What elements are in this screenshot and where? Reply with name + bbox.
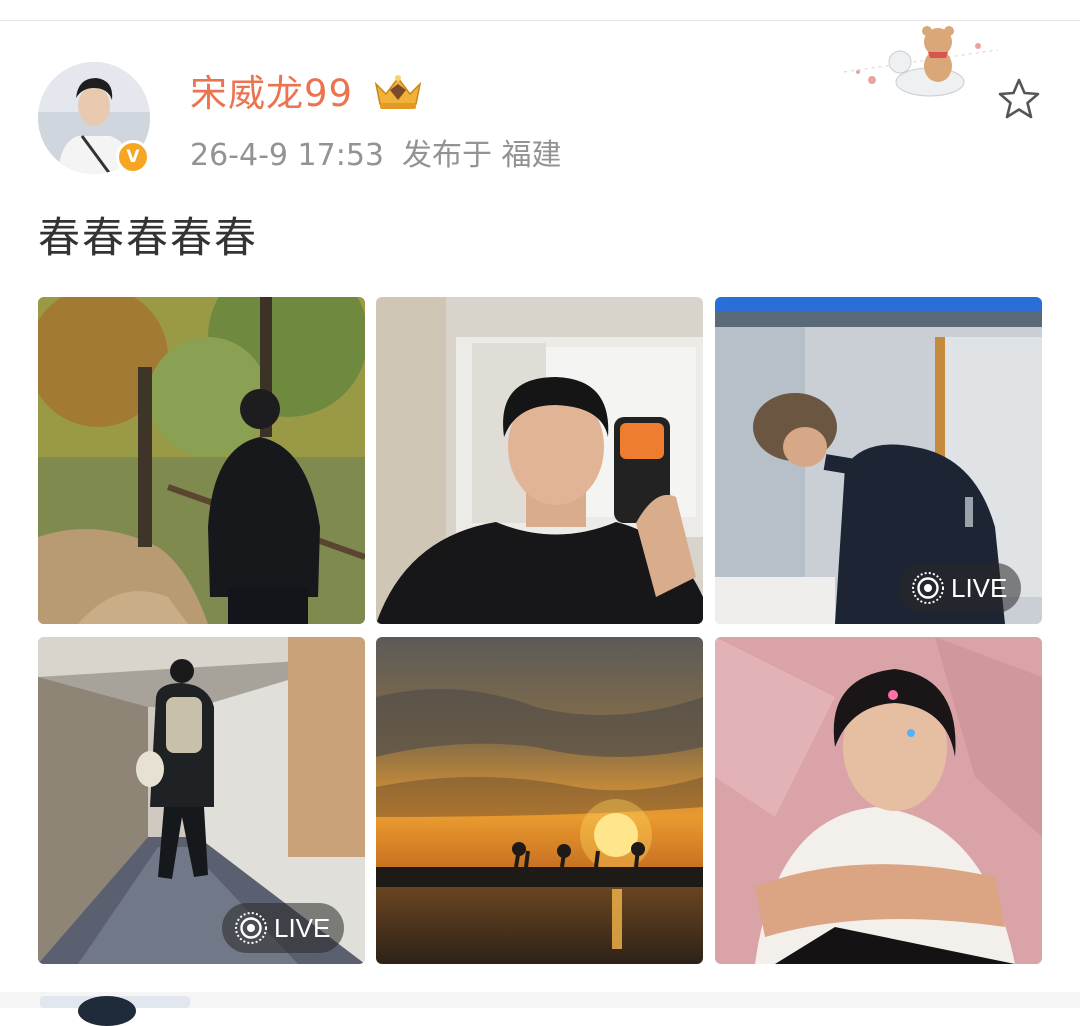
live-badge[interactable]: LIVE	[899, 563, 1022, 613]
post-meta: 26-4-9 17:53 发布于 福建	[190, 130, 562, 174]
username[interactable]: 宋威龙99	[190, 70, 353, 118]
photo-pink-portrait[interactable]	[715, 637, 1042, 964]
teddy-bear-sticker	[843, 26, 999, 97]
photo-sunset-lake[interactable]	[376, 637, 703, 964]
live-photo-icon	[912, 572, 944, 604]
photo-hotel-corridor[interactable]: LIVE	[38, 637, 365, 964]
photo-forest-path[interactable]	[38, 297, 365, 624]
star-outline-icon[interactable]	[996, 76, 1042, 122]
top-divider	[0, 20, 1080, 21]
live-label: LIVE	[274, 912, 331, 943]
post-text: 春春春春春	[38, 213, 259, 262]
photo-indoor-bending[interactable]: LIVE	[715, 297, 1042, 624]
live-label: LIVE	[951, 572, 1008, 603]
vip-crown-icon	[374, 75, 422, 109]
photo-grid: LIVE LIVE	[38, 297, 1042, 964]
photo-mirror-selfie[interactable]	[376, 297, 703, 624]
post-timestamp: 26-4-9 17:53	[190, 138, 384, 173]
live-badge[interactable]: LIVE	[222, 903, 345, 953]
verified-badge: V	[116, 140, 150, 174]
next-post-avatar	[78, 996, 136, 1026]
live-photo-icon	[235, 912, 267, 944]
post-location: 发布于 福建	[402, 138, 562, 173]
